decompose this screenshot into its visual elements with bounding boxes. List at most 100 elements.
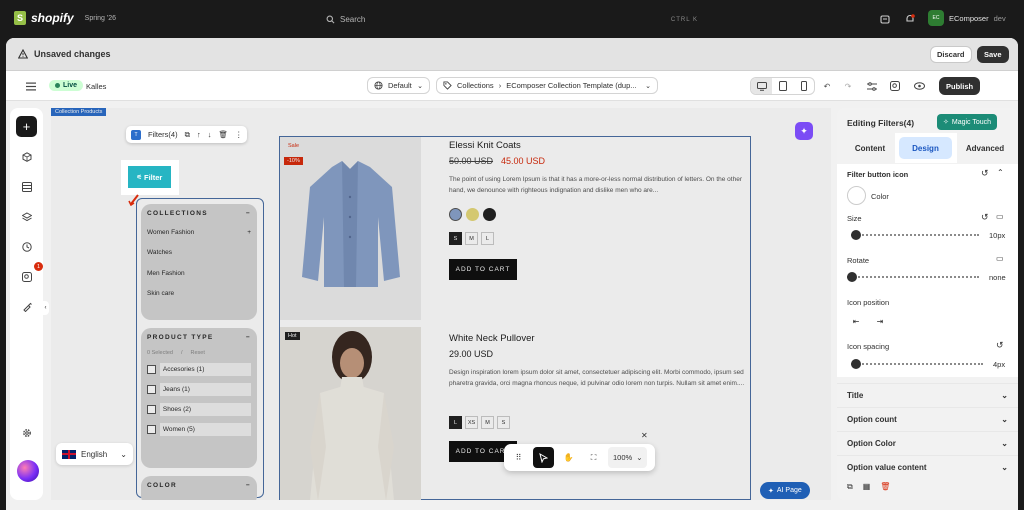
slider-knob[interactable] (851, 230, 861, 240)
accordion-option-color[interactable]: Option Color ⌄ (837, 431, 1018, 455)
rotate-label: Rotate (847, 256, 870, 265)
icon-position-left-icon[interactable]: ⇤ (847, 313, 865, 329)
save-template-icon[interactable]: ▦ (863, 482, 871, 492)
chevron-down-icon: ⌄ (1001, 415, 1008, 424)
template-selector[interactable]: Collections › EComposer Collection Templ… (436, 77, 658, 94)
panel-title: Editing Filters(4) (847, 118, 915, 128)
collapse-panel-chevron-icon[interactable]: ‹ (42, 301, 49, 315)
trash-icon[interactable]: 🗑 (880, 482, 890, 492)
slider-knob[interactable] (847, 272, 857, 282)
accordion-label: Option count (847, 415, 897, 424)
move-down-icon[interactable]: ↓ (208, 130, 212, 139)
icon-spacing-value: 4px (993, 360, 1006, 369)
desktop-icon[interactable]: ▭ (996, 254, 1004, 263)
reset-icon[interactable]: ↺ (981, 212, 989, 223)
preview-eye-icon[interactable] (910, 77, 928, 95)
settings-sliders-icon[interactable] (863, 77, 881, 95)
ai-assistant-orb-icon[interactable] (17, 460, 39, 482)
accordion-option-value-content[interactable]: Option value content ⌄ (837, 455, 1018, 479)
theme-name: Kalles (86, 82, 107, 91)
slider-knob[interactable] (851, 359, 861, 369)
bell-icon[interactable] (904, 13, 916, 25)
breadcrumb-template: EComposer Collection Template (dup... (506, 81, 637, 90)
selection-label: Filters(4) (148, 130, 178, 139)
issues-icon[interactable] (18, 268, 35, 285)
search-bar[interactable]: Search CTRL K (318, 11, 706, 28)
color-picker-swatch[interactable] (847, 186, 866, 205)
warning-icon (18, 49, 28, 59)
tab-content[interactable]: Content (845, 137, 895, 159)
sections-icon[interactable] (18, 178, 35, 195)
icon-spacing-label: Icon spacing (847, 342, 890, 351)
language-selector[interactable]: English ⌄ (56, 443, 133, 465)
editor-toolbar: Live Kalles Default ⌄ Collections › ECom… (6, 71, 1018, 101)
inspect-icon[interactable] (886, 77, 904, 95)
slider-track (851, 363, 983, 365)
reset-icon[interactable]: ↺ (996, 340, 1004, 351)
copy-icon[interactable]: ⧉ (847, 482, 853, 492)
publish-button[interactable]: Publish (939, 77, 981, 95)
move-up-icon[interactable]: ↑ (197, 130, 201, 139)
ai-sparkle-button[interactable]: ✦ (795, 122, 813, 140)
icon-position-label: Icon position (847, 298, 890, 307)
select-pointer-icon[interactable] (533, 447, 554, 468)
history-clock-icon[interactable] (18, 238, 35, 255)
magic-touch-button[interactable]: ✧ Magic Touch (937, 114, 998, 130)
color-label: Color (871, 192, 889, 201)
chevron-up-icon[interactable]: ⌃ (997, 168, 1004, 177)
search-shortcut: CTRL K (670, 16, 698, 23)
drag-handle-icon[interactable]: ⠿ (508, 447, 529, 468)
accordion-option-count[interactable]: Option count ⌄ (837, 407, 1018, 431)
tab-advanced[interactable]: Advanced (957, 137, 1013, 159)
redo-icon[interactable]: ↷ (839, 77, 857, 95)
icon-position-right-icon[interactable]: ⇥ (871, 313, 889, 329)
shopify-logo[interactable]: S shopify Spring '26 (14, 11, 116, 25)
layers-cube-icon[interactable] (18, 148, 35, 165)
chevron-down-icon: ⌄ (1001, 463, 1008, 472)
zoom-control[interactable]: 100% ⌄ (608, 447, 648, 468)
element-type-icon: T (131, 129, 141, 140)
tablet-view-icon[interactable] (772, 78, 793, 94)
panel-tabs: Content Design Advanced (837, 133, 1018, 163)
storefront-icon[interactable] (879, 13, 891, 25)
mobile-view-icon[interactable] (793, 78, 814, 94)
fit-screen-icon[interactable]: ⛶ (583, 447, 604, 468)
live-dot-icon (55, 83, 60, 88)
hand-pan-icon[interactable]: ✋ (558, 447, 579, 468)
filter-button-icon-settings: Filter button icon ↺ ⌃ Color Size ↺ ▭ 10… (837, 164, 1018, 377)
default-selector[interactable]: Default ⌄ (367, 77, 430, 94)
accordion-label: Option Color (847, 439, 896, 448)
menu-icon[interactable] (22, 77, 40, 95)
ai-page-button[interactable]: ✦ AI Page (760, 482, 810, 499)
close-icon[interactable]: ✕ (641, 431, 648, 440)
discard-button[interactable]: Discard (930, 46, 972, 63)
accordion-title[interactable]: Title ⌄ (837, 383, 1018, 407)
gear-icon[interactable] (18, 424, 35, 441)
chevron-down-icon: ⌄ (1001, 391, 1008, 400)
desktop-icon[interactable]: ▭ (996, 212, 1004, 221)
trash-icon[interactable]: 🗑 (218, 130, 228, 139)
ai-page-label: AI Page (776, 487, 802, 494)
search-icon (326, 15, 335, 24)
store-name: EComposer (949, 13, 989, 23)
brush-icon[interactable] (18, 298, 35, 315)
save-button[interactable]: Save (977, 46, 1009, 63)
tab-design[interactable]: Design (899, 137, 952, 159)
zoom-value: 100% (613, 453, 633, 462)
live-label: Live (63, 82, 78, 89)
size-slider[interactable] (851, 230, 979, 240)
more-icon[interactable]: ⋮ (235, 130, 243, 139)
rotate-slider[interactable] (847, 272, 979, 282)
desktop-view-icon[interactable] (751, 78, 772, 94)
left-rail: + 1 (10, 108, 43, 500)
filter-button[interactable]: ⚟ Filter (128, 166, 171, 188)
store-switcher[interactable]: EC EComposer dev (928, 10, 1006, 26)
slider-track (851, 234, 979, 236)
add-element-button[interactable]: + (16, 116, 37, 137)
icon-spacing-slider[interactable] (851, 359, 983, 369)
undo-icon[interactable]: ↶ (818, 77, 836, 95)
stack-icon[interactable] (18, 208, 35, 225)
magic-wand-icon: ✧ (943, 119, 949, 126)
reset-icon[interactable]: ↺ (981, 168, 989, 179)
duplicate-icon[interactable]: ⧉ (185, 130, 190, 140)
